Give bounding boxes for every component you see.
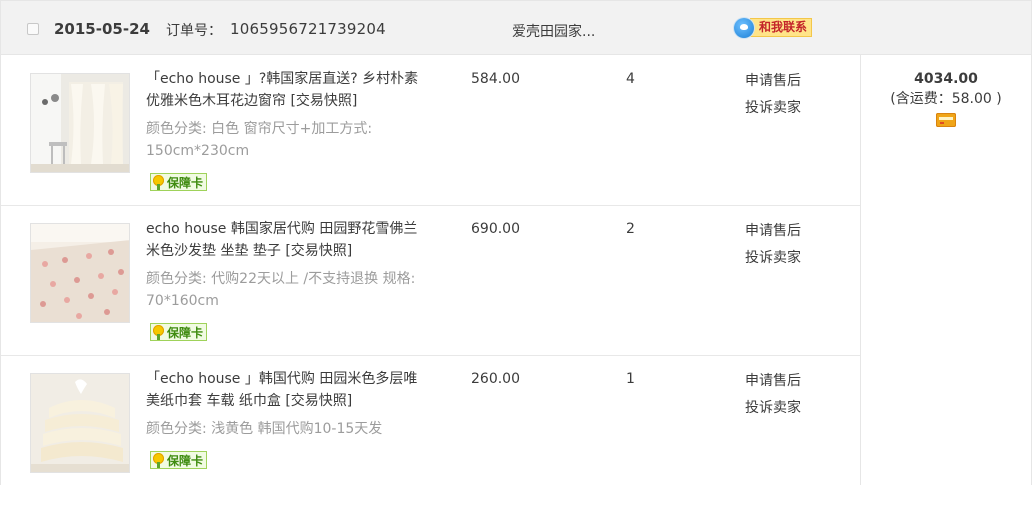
row-actions: 申请售后 投诉卖家 — [745, 218, 801, 272]
order-select-checkbox[interactable] — [27, 23, 39, 35]
order-total: 4034.00 — [914, 71, 978, 87]
sku-label: 颜色分类: — [146, 121, 207, 137]
quantity: 1 — [626, 371, 635, 387]
complain-seller-link[interactable]: 投诉卖家 — [745, 95, 801, 122]
items-area: 「echo house 」?韩国家居直送? 乡村朴素优雅米色木耳花边窗帘 [交易… — [1, 55, 860, 485]
order-total-column: 4034.00 (含运费：58.00 ) — [860, 55, 1031, 485]
sku-label: 颜色分类: — [146, 421, 207, 437]
guarantee-card-badge[interactable]: 保障卡 — [150, 173, 208, 191]
curtain-photo — [31, 74, 129, 172]
product-title-link[interactable]: 「echo house 」?韩国家居直送? 乡村朴素优雅米色木耳花边窗帘 [交易… — [146, 68, 421, 112]
order-header: 2015-05-24 订单号： 1065956721739204 爱壳田园家..… — [0, 0, 1032, 55]
table-row: 「echo house 」?韩国家居直送? 乡村朴素优雅米色木耳花边窗帘 [交易… — [1, 55, 860, 206]
flower-icon — [151, 324, 167, 340]
row-actions: 申请售后 投诉卖家 — [745, 368, 801, 422]
after-sale-link[interactable]: 申请售后 — [745, 368, 801, 395]
contact-seller-button[interactable]: 和我联系 — [734, 17, 813, 38]
chat-icon — [734, 17, 754, 38]
order-number: 1065956721739204 — [230, 20, 386, 38]
sku-info: 颜色分类: 白色 窗帘尺寸+加工方式: 150cm*230cm — [146, 118, 421, 162]
product-title-link[interactable]: echo house 韩国家居代购 田园野花雪佛兰米色沙发垫 坐垫 垫子 [交易… — [146, 218, 421, 262]
table-row: 「echo house 」韩国代购 田园米色多层唯美纸巾套 车载 纸巾盒 [交易… — [1, 355, 860, 505]
sku-info: 颜色分类: 代购22天以上 /不支持退换 规格: 70*160cm — [146, 268, 421, 312]
product-thumbnail[interactable] — [30, 373, 130, 473]
cushion-photo — [31, 224, 129, 322]
complain-seller-link[interactable]: 投诉卖家 — [745, 395, 801, 422]
complain-seller-link[interactable]: 投诉卖家 — [745, 245, 801, 272]
sku-label: 颜色分类: — [146, 271, 207, 287]
unit-price: 690.00 — [471, 221, 520, 237]
after-sale-link[interactable]: 申请售后 — [745, 68, 801, 95]
flower-icon — [151, 174, 167, 190]
order-number-label: 订单号： — [166, 23, 222, 39]
guarantee-card-badge[interactable]: 保障卡 — [150, 323, 208, 341]
guarantee-card-label: 保障卡 — [167, 453, 204, 468]
product-thumbnail[interactable] — [30, 73, 130, 173]
product-title-link[interactable]: 「echo house 」韩国代购 田园米色多层唯美纸巾套 车载 纸巾盒 [交易… — [146, 368, 421, 412]
shop-name-link[interactable]: 爱壳田园家... — [512, 21, 595, 41]
product-thumbnail[interactable] — [30, 223, 130, 323]
quantity: 4 — [626, 71, 635, 87]
sku-info: 颜色分类: 浅黄色 韩国代购10-15天发 — [146, 418, 421, 440]
order-date: 2015-05-24 — [54, 20, 150, 38]
flower-icon — [151, 452, 167, 468]
contact-seller-label: 和我联系 — [750, 18, 813, 37]
row-actions: 申请售后 投诉卖家 — [745, 68, 801, 122]
guarantee-card-label: 保障卡 — [167, 325, 204, 340]
after-sale-link[interactable]: 申请售后 — [745, 218, 801, 245]
unit-price: 584.00 — [471, 71, 520, 87]
table-row: echo house 韩国家居代购 田园野花雪佛兰米色沙发垫 坐垫 垫子 [交易… — [1, 205, 860, 356]
unit-price: 260.00 — [471, 371, 520, 387]
quantity: 2 — [626, 221, 635, 237]
tissue-box-photo — [31, 374, 129, 472]
sku-value: 浅黄色 韩国代购10-15天发 — [206, 421, 383, 437]
order-items-table: 「echo house 」?韩国家居直送? 乡村朴素优雅米色木耳花边窗帘 [交易… — [0, 55, 1032, 485]
shipping-fee: (含运费：58.00 ) — [890, 91, 1002, 107]
credit-card-icon[interactable] — [936, 113, 956, 127]
guarantee-card-badge[interactable]: 保障卡 — [150, 451, 208, 469]
guarantee-card-label: 保障卡 — [167, 175, 204, 190]
